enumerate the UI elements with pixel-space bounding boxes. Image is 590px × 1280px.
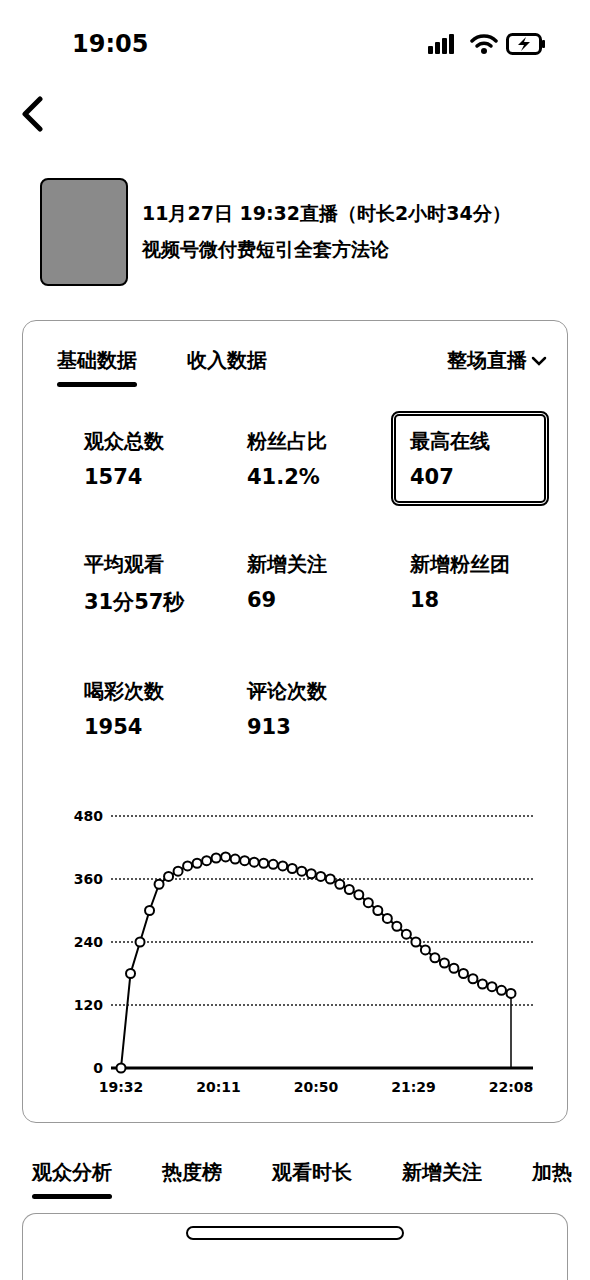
data-point[interactable] bbox=[487, 982, 496, 991]
y-tick: 360 bbox=[74, 871, 103, 887]
x-tick: 20:50 bbox=[294, 1079, 339, 1095]
y-tick: 480 bbox=[74, 808, 103, 824]
data-point[interactable] bbox=[449, 964, 458, 973]
scroll-handle[interactable] bbox=[186, 1226, 404, 1240]
data-point[interactable] bbox=[430, 953, 439, 962]
grid-line bbox=[111, 815, 533, 817]
battery-charging-icon bbox=[506, 33, 546, 55]
data-point[interactable] bbox=[164, 872, 173, 881]
data-point[interactable] bbox=[250, 858, 259, 867]
live-stats-page: 19:05 11月27日 19:32直播（时长2小时34分） 视频号微付费短引全套方… bbox=[0, 0, 590, 1280]
data-point[interactable] bbox=[231, 855, 240, 864]
data-point[interactable] bbox=[364, 898, 373, 907]
data-point[interactable] bbox=[221, 852, 230, 861]
metric-item[interactable]: 最高在线407 bbox=[391, 411, 549, 506]
data-point[interactable] bbox=[497, 986, 506, 995]
stats-card: 基础数据收入数据 整场直播观众总数1574粉丝占比41.2%最高在线407 平均观看… bbox=[22, 320, 568, 1123]
data-point[interactable] bbox=[155, 880, 164, 889]
data-point[interactable] bbox=[316, 872, 325, 881]
y-tick: 120 bbox=[74, 997, 103, 1013]
metric-item[interactable]: 新增粉丝团18 bbox=[391, 534, 539, 633]
data-point[interactable] bbox=[392, 922, 401, 931]
data-point[interactable] bbox=[174, 867, 183, 876]
data-point[interactable] bbox=[278, 861, 287, 870]
data-point[interactable] bbox=[117, 1064, 126, 1073]
live-thumbnail bbox=[40, 178, 128, 286]
live-title: 11月27日 19:32直播（时长2小时34分） bbox=[142, 201, 511, 227]
metrics-grid: 观众总数1574粉丝占比41.2%最高在线407 平均观看31分57秒新增关注69… bbox=[23, 411, 567, 756]
data-point[interactable] bbox=[354, 890, 363, 899]
data-point[interactable] bbox=[402, 930, 411, 939]
analysis-tab[interactable]: 观看时长 bbox=[262, 1159, 362, 1199]
data-point[interactable] bbox=[459, 969, 468, 978]
data-point[interactable] bbox=[478, 980, 487, 989]
x-tick: 19:32 bbox=[99, 1079, 144, 1095]
data-point[interactable] bbox=[126, 969, 135, 978]
x-tick: 20:11 bbox=[196, 1079, 241, 1095]
data-point[interactable] bbox=[202, 856, 211, 865]
data-point[interactable] bbox=[269, 860, 278, 869]
status-time: 19:05 bbox=[72, 30, 148, 58]
y-tick: 240 bbox=[74, 934, 103, 950]
data-point[interactable] bbox=[411, 938, 420, 947]
data-point[interactable] bbox=[240, 856, 249, 865]
metric-item[interactable]: 喝彩次数1954 bbox=[65, 661, 213, 756]
data-point[interactable] bbox=[145, 906, 154, 915]
metric-item[interactable]: 平均观看31分57秒 bbox=[65, 534, 213, 633]
analysis-tab[interactable]: 观众分析 bbox=[22, 1159, 122, 1199]
data-point[interactable] bbox=[507, 989, 516, 998]
data-point[interactable] bbox=[136, 938, 145, 947]
live-subtitle: 视频号微付费短引全套方法论 bbox=[142, 237, 511, 263]
y-tick: 0 bbox=[93, 1060, 103, 1076]
analysis-tab[interactable]: 热度榜 bbox=[152, 1159, 232, 1199]
metric-item[interactable]: 观众总数1574 bbox=[65, 411, 213, 506]
series-line bbox=[121, 857, 511, 1068]
grid-line bbox=[111, 941, 533, 943]
back-icon[interactable] bbox=[20, 96, 46, 132]
data-point[interactable] bbox=[288, 864, 297, 873]
data-point[interactable] bbox=[259, 859, 268, 868]
x-tick: 21:29 bbox=[391, 1079, 436, 1095]
grid-line bbox=[111, 1067, 533, 1070]
data-point[interactable] bbox=[335, 880, 344, 889]
stats-tab[interactable]: 收入数据 bbox=[177, 347, 277, 387]
live-header: 11月27日 19:32直播（时长2小时34分） 视频号微付费短引全套方法论 bbox=[0, 178, 590, 286]
range-dropdown[interactable]: 整场直播 bbox=[447, 347, 547, 374]
cursor-line bbox=[510, 993, 512, 1068]
wifi-icon bbox=[470, 33, 498, 55]
stats-tab[interactable]: 基础数据 bbox=[47, 347, 147, 387]
x-tick: 22:08 bbox=[489, 1079, 534, 1095]
online-chart: 480 360 240 120 0 19:32 20:11 20:50 21:29 22:08 bbox=[23, 800, 567, 1104]
status-bar: 19:05 bbox=[0, 0, 590, 88]
data-point[interactable] bbox=[307, 869, 316, 878]
metric-item[interactable]: 新增关注69 bbox=[228, 534, 376, 633]
analysis-tabs: 观众分析热度榜观看时长新增关注加热 bbox=[0, 1159, 590, 1199]
chevron-down-icon bbox=[531, 355, 547, 367]
data-point[interactable] bbox=[193, 859, 202, 868]
grid-line bbox=[111, 1004, 533, 1006]
data-point[interactable] bbox=[212, 854, 221, 863]
analysis-tab[interactable]: 加热 bbox=[522, 1159, 582, 1199]
signal-icon bbox=[428, 34, 462, 54]
data-point[interactable] bbox=[345, 885, 354, 894]
data-point[interactable] bbox=[421, 945, 430, 954]
data-point[interactable] bbox=[468, 974, 477, 983]
data-point[interactable] bbox=[297, 867, 306, 876]
metric-item[interactable]: 粉丝占比41.2% bbox=[228, 411, 376, 506]
line-chart: 480 360 240 120 0 19:32 20:11 20:50 21:29 22:08 bbox=[23, 800, 568, 1100]
data-point[interactable] bbox=[326, 875, 335, 884]
data-point[interactable] bbox=[373, 906, 382, 915]
data-point[interactable] bbox=[383, 914, 392, 923]
data-point[interactable] bbox=[440, 959, 449, 968]
data-point[interactable] bbox=[183, 861, 192, 870]
metric-item[interactable]: 评论次数913 bbox=[228, 661, 376, 756]
analysis-tab[interactable]: 新增关注 bbox=[392, 1159, 492, 1199]
analysis-card bbox=[22, 1213, 568, 1280]
